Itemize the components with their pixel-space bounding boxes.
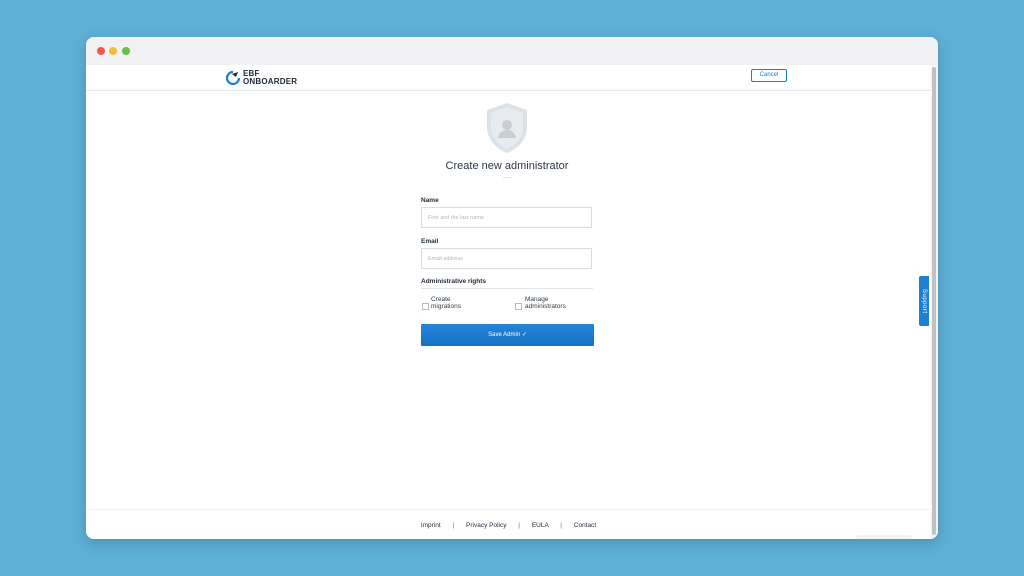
footer-link-imprint[interactable]: Imprint [421, 522, 441, 529]
scroll-indicator [856, 535, 912, 539]
footer-links: Imprint | Privacy Policy | EULA | Contac… [86, 522, 931, 529]
footer-link-privacy-policy[interactable]: Privacy Policy [466, 522, 506, 529]
create-migrations-line1: Create [431, 296, 451, 303]
rights-divider [421, 288, 593, 289]
close-window-button[interactable] [97, 47, 105, 55]
browser-window: EBF ONBOARDER Cancel Create new administ… [86, 37, 938, 539]
manage-administrators-line1: Manage [525, 296, 549, 303]
name-label: Name [421, 197, 439, 204]
footer-link-eula[interactable]: EULA [532, 522, 549, 529]
support-label: Support [921, 288, 927, 314]
logo-mark-icon [225, 70, 241, 86]
rights-label: Administrative rights [421, 278, 487, 285]
email-label: Email [421, 238, 439, 245]
maximize-window-button[interactable] [122, 47, 130, 55]
title-divider [503, 177, 512, 178]
page-title: Create new administrator [445, 160, 569, 172]
app-header: EBF ONBOARDER Cancel [86, 65, 938, 91]
logo-line2: ONBOARDER [243, 77, 298, 86]
create-migrations-checkbox[interactable] [422, 303, 429, 310]
footer-link-contact[interactable]: Contact [574, 522, 596, 529]
manage-administrators-checkbox[interactable] [515, 303, 522, 310]
email-input[interactable]: Email address [421, 248, 592, 269]
title-bar [86, 37, 938, 65]
logo[interactable]: EBF ONBOARDER [225, 68, 297, 88]
save-admin-button[interactable]: Save Admin ✓ [421, 324, 594, 346]
email-placeholder: Email address [428, 256, 463, 262]
manage-administrators-label[interactable]: Manage administrators [525, 296, 566, 310]
minimize-window-button[interactable] [109, 47, 117, 55]
name-input[interactable]: First and the last name [421, 207, 592, 228]
footer-separator: | [518, 522, 520, 529]
footer-separator: | [452, 522, 455, 529]
logo-text: EBF ONBOARDER [243, 70, 297, 86]
footer-separator: | [560, 522, 562, 529]
footer: Imprint | Privacy Policy | EULA | Contac… [86, 509, 931, 539]
manage-administrators-line2: administrators [525, 303, 566, 310]
support-tab[interactable]: Support [919, 276, 929, 326]
create-migrations-line2: migrations [431, 303, 461, 310]
cancel-button[interactable]: Cancel [751, 69, 787, 82]
name-placeholder: First and the last name [428, 215, 484, 221]
scrollbar-thumb[interactable] [932, 67, 936, 535]
shield-user-icon [487, 103, 527, 153]
create-migrations-label[interactable]: Create migrations [431, 296, 461, 310]
